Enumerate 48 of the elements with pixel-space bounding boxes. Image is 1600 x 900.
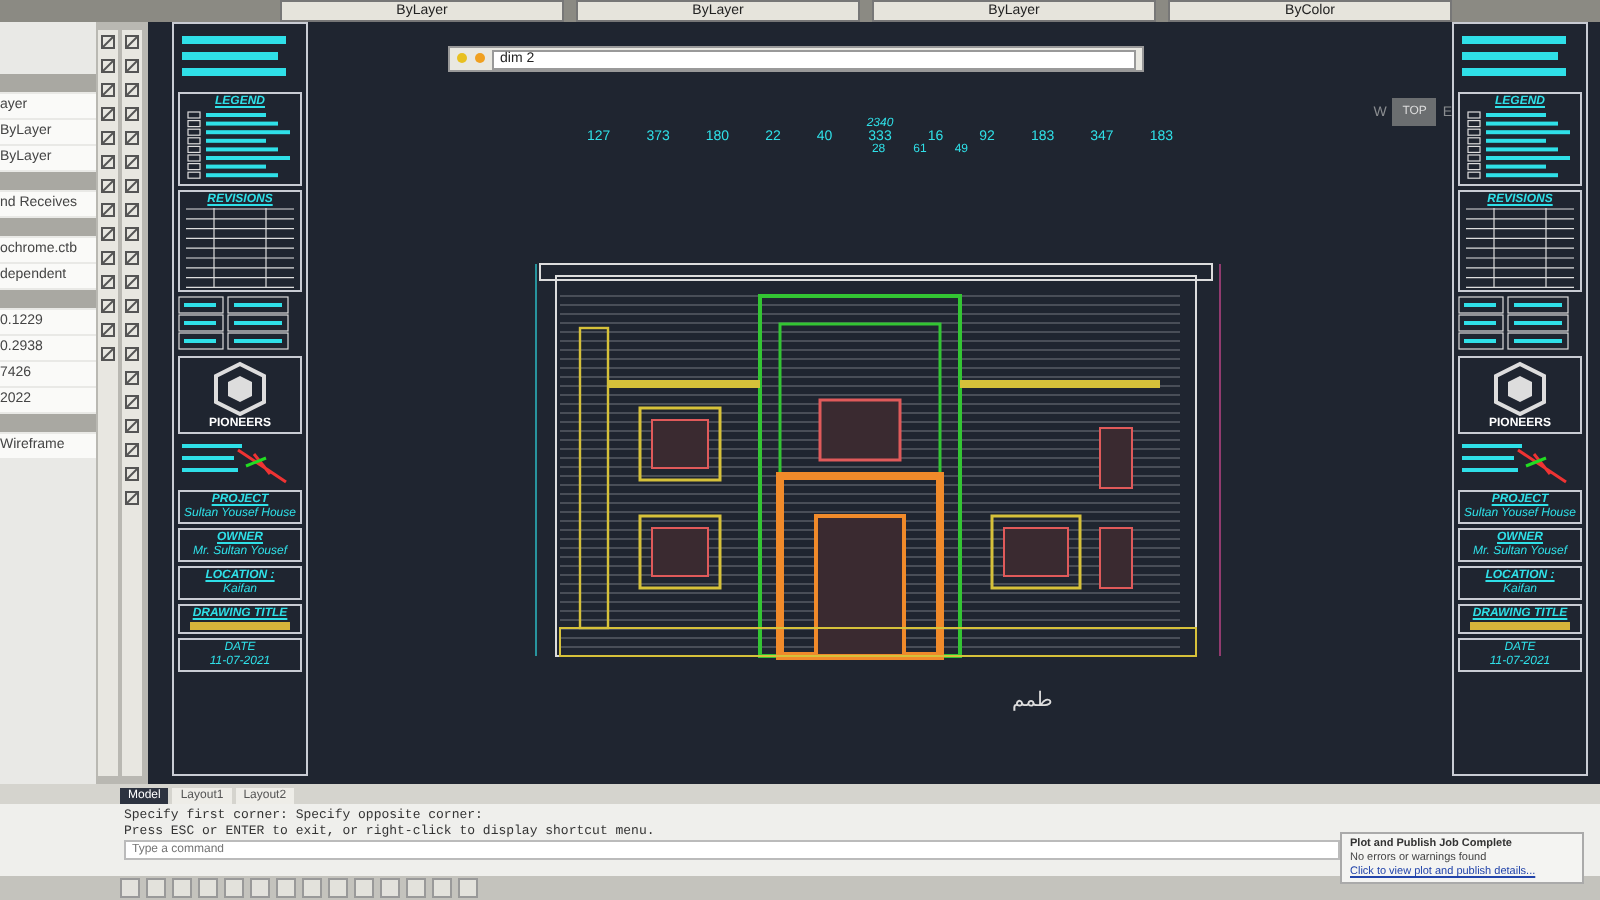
tool-icon[interactable] bbox=[100, 178, 116, 194]
tool-icon[interactable] bbox=[124, 82, 140, 98]
stamp-table-drawing bbox=[1458, 296, 1570, 352]
tool-icon[interactable] bbox=[124, 394, 140, 410]
title-bar-drawing bbox=[190, 622, 290, 630]
legend-symbols-drawing bbox=[1466, 110, 1574, 182]
tool-icon[interactable] bbox=[100, 226, 116, 242]
tool-icon[interactable] bbox=[100, 274, 116, 290]
drawing-canvas[interactable] bbox=[148, 22, 1600, 784]
tool-icon[interactable] bbox=[124, 202, 140, 218]
tool-icon[interactable] bbox=[100, 154, 116, 170]
tool-icon[interactable] bbox=[100, 322, 116, 338]
tool-icon[interactable] bbox=[124, 154, 140, 170]
tool-icon[interactable] bbox=[124, 298, 140, 314]
cube-logo-icon bbox=[1490, 360, 1550, 416]
tool-icon[interactable] bbox=[124, 322, 140, 338]
tool-icon[interactable] bbox=[124, 250, 140, 266]
tool-icon[interactable] bbox=[124, 34, 140, 50]
tool-icon[interactable] bbox=[100, 298, 116, 314]
tool-icon[interactable] bbox=[124, 178, 140, 194]
annotation-text: طمم bbox=[1012, 690, 1053, 712]
tool-icon[interactable] bbox=[100, 202, 116, 218]
legend-symbols-drawing bbox=[186, 110, 294, 182]
tool-icon[interactable] bbox=[100, 346, 116, 362]
cube-logo-icon bbox=[210, 360, 270, 416]
tool-icon[interactable] bbox=[124, 442, 140, 458]
tool-icon[interactable] bbox=[100, 106, 116, 122]
tool-icon[interactable] bbox=[100, 58, 116, 74]
tool-icon[interactable] bbox=[124, 106, 140, 122]
tool-icon[interactable] bbox=[124, 370, 140, 386]
tool-icon[interactable] bbox=[124, 226, 140, 242]
title-bar-drawing bbox=[1470, 622, 1570, 630]
tool-icon[interactable] bbox=[124, 346, 140, 362]
tool-icon[interactable] bbox=[100, 130, 116, 146]
tool-icon[interactable] bbox=[124, 466, 140, 482]
tool-icon[interactable] bbox=[124, 274, 140, 290]
tool-icon[interactable] bbox=[100, 34, 116, 50]
tool-icon[interactable] bbox=[100, 82, 116, 98]
tool-icon[interactable] bbox=[124, 58, 140, 74]
signature-note-drawing bbox=[178, 438, 290, 486]
revisions-table-drawing bbox=[1466, 208, 1574, 288]
tool-icon[interactable] bbox=[124, 418, 140, 434]
revisions-table-drawing bbox=[186, 208, 294, 288]
tool-icon[interactable] bbox=[124, 130, 140, 146]
tool-icon[interactable] bbox=[100, 250, 116, 266]
signature-note-drawing bbox=[1458, 438, 1570, 486]
tool-icon[interactable] bbox=[124, 490, 140, 506]
stamp-table-drawing bbox=[178, 296, 290, 352]
